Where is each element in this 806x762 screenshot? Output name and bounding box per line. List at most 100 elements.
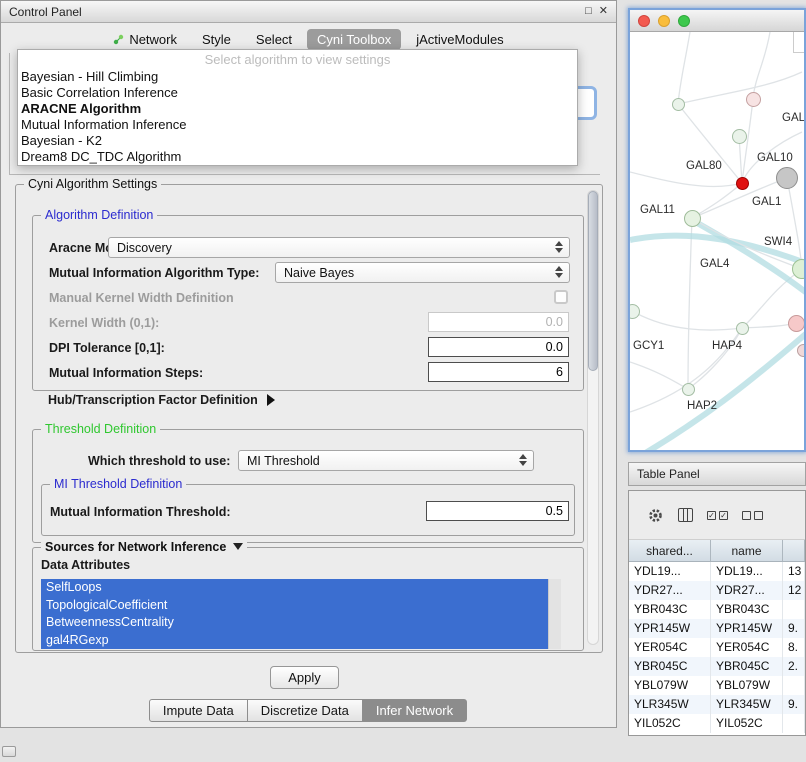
network-node[interactable]: [630, 304, 640, 319]
column-selector-icon[interactable]: [678, 508, 693, 522]
float-window-icon[interactable]: □: [585, 6, 592, 17]
tab-jactivemodules[interactable]: jActiveModules: [406, 29, 513, 50]
table-cell[interactable]: 9.: [783, 695, 805, 714]
network-node[interactable]: [776, 167, 798, 189]
attribute-item[interactable]: gal4RGexp: [41, 632, 548, 650]
algorithm-option[interactable]: Mutual Information Inference: [18, 117, 577, 133]
settings-scrollbar[interactable]: [587, 190, 599, 645]
algorithm-option[interactable]: Bayesian - Hill Climbing: [18, 69, 577, 85]
algorithm-option[interactable]: Dream8 DC_TDC Algorithm: [18, 149, 577, 165]
mi-threshold-field[interactable]: [426, 501, 569, 521]
attributes-scrollbar[interactable]: [548, 579, 561, 649]
algorithm-option[interactable]: ARACNE Algorithm: [18, 101, 577, 117]
attribute-item[interactable]: SelfLoops: [41, 579, 548, 597]
table-cell[interactable]: YIL052C: [711, 714, 783, 733]
mi-steps-field[interactable]: [428, 362, 569, 382]
tab-cyni-toolbox[interactable]: Cyni Toolbox: [307, 29, 401, 50]
table-cell[interactable]: YPR145W: [711, 619, 783, 638]
table-cell[interactable]: YBL079W: [711, 676, 783, 695]
tab-network[interactable]: Network: [103, 29, 187, 50]
tab-impute-data[interactable]: Impute Data: [149, 699, 248, 722]
column-header[interactable]: [783, 540, 805, 561]
tab-infer-network[interactable]: Infer Network: [362, 699, 467, 722]
table-cell[interactable]: YDL19...: [629, 562, 711, 581]
gear-icon[interactable]: [647, 507, 664, 524]
tab-label: Network: [129, 32, 177, 47]
dpi-tolerance-field[interactable]: [428, 337, 569, 357]
table-row[interactable]: YDR27...YDR27...12: [629, 581, 805, 600]
scrollbar-thumb[interactable]: [588, 191, 598, 371]
table-cell[interactable]: YER054C: [629, 638, 711, 657]
table-cell[interactable]: [783, 714, 805, 733]
close-icon[interactable]: ✕: [599, 6, 608, 17]
table-cell[interactable]: 8.: [783, 638, 805, 657]
attribute-item[interactable]: BetweennessCentrality: [41, 614, 548, 632]
table-row[interactable]: YBR045CYBR045C2.: [629, 657, 805, 676]
table-cell[interactable]: YLR345W: [711, 695, 783, 714]
zoom-icon[interactable]: [678, 15, 690, 27]
tab-discretize-data[interactable]: Discretize Data: [247, 699, 363, 722]
dpi-tolerance-label: DPI Tolerance [0,1]:: [49, 341, 165, 355]
network-node[interactable]: [672, 98, 685, 111]
network-node[interactable]: [746, 92, 761, 107]
table-cell[interactable]: YBR045C: [711, 657, 783, 676]
attribute-item[interactable]: TopologicalCoefficient: [41, 597, 548, 615]
table-row[interactable]: YBL079WYBL079W: [629, 676, 805, 695]
table-cell[interactable]: YER054C: [711, 638, 783, 657]
sources-toggle[interactable]: Sources for Network Inference: [41, 540, 247, 554]
network-window-titlebar[interactable]: [630, 10, 804, 32]
table-row[interactable]: YLR345WYLR345W9.: [629, 695, 805, 714]
table-cell[interactable]: YBL079W: [629, 676, 711, 695]
hub-definition-toggle[interactable]: Hub/Transcription Factor Definition: [48, 393, 275, 407]
table-cell[interactable]: YIL052C: [629, 714, 711, 733]
table-row[interactable]: YIL052CYIL052C: [629, 714, 805, 733]
deselect-all-icon[interactable]: [742, 511, 763, 520]
table-cell[interactable]: YBR045C: [629, 657, 711, 676]
network-node[interactable]: [797, 344, 805, 357]
network-node[interactable]: [788, 315, 805, 332]
control-panel-titlebar[interactable]: Control Panel □ ✕: [1, 1, 616, 23]
aracne-mode-combobox[interactable]: Discovery: [108, 237, 570, 258]
table-row[interactable]: YDL19...YDL19...13: [629, 562, 805, 581]
column-header[interactable]: shared...: [629, 540, 711, 561]
which-threshold-combobox[interactable]: MI Threshold: [238, 450, 534, 471]
network-node[interactable]: [732, 129, 747, 144]
table-cell[interactable]: 12: [783, 581, 805, 600]
birdseye-toggle[interactable]: [793, 32, 804, 53]
minimize-icon[interactable]: [658, 15, 670, 27]
table-panel-titlebar[interactable]: Table Panel: [628, 462, 806, 486]
table-row[interactable]: YBR043CYBR043C: [629, 600, 805, 619]
close-icon[interactable]: [638, 15, 650, 27]
network-canvas[interactable]: GAL80GAL10GAL11GAL1SWI4GAL4GCY1HAP4HAP2G…: [630, 32, 804, 450]
table-cell[interactable]: YBR043C: [629, 600, 711, 619]
network-node[interactable]: [682, 383, 695, 396]
apply-button[interactable]: Apply: [270, 666, 339, 689]
table-cell[interactable]: YDR27...: [629, 581, 711, 600]
table-cell[interactable]: YBR043C: [711, 600, 783, 619]
network-node[interactable]: [736, 177, 749, 190]
table-cell[interactable]: [783, 676, 805, 695]
table-cell[interactable]: YDR27...: [711, 581, 783, 600]
network-node[interactable]: [736, 322, 749, 335]
select-all-icon[interactable]: ✓ ✓: [707, 511, 728, 520]
network-node[interactable]: [684, 210, 701, 227]
table-cell[interactable]: YLR345W: [629, 695, 711, 714]
minimized-panel-icon[interactable]: [2, 746, 16, 757]
column-header[interactable]: name: [711, 540, 783, 561]
table-row[interactable]: YER054CYER054C8.: [629, 638, 805, 657]
bottom-tabs: Impute DataDiscretize DataInfer Network: [1, 699, 616, 722]
algorithm-option[interactable]: Bayesian - K2: [18, 133, 577, 149]
table-cell[interactable]: 2.: [783, 657, 805, 676]
combo-stepper-icon: [555, 241, 564, 253]
table-row[interactable]: YPR145WYPR145W9.: [629, 619, 805, 638]
table-cell[interactable]: [783, 600, 805, 619]
mi-type-value: Naive Bayes: [284, 266, 354, 280]
table-cell[interactable]: 9.: [783, 619, 805, 638]
tab-select[interactable]: Select: [246, 29, 302, 50]
algorithm-option[interactable]: Basic Correlation Inference: [18, 85, 577, 101]
table-cell[interactable]: YPR145W: [629, 619, 711, 638]
mi-type-combobox[interactable]: Naive Bayes: [275, 262, 570, 283]
table-cell[interactable]: 13: [783, 562, 805, 581]
table-cell[interactable]: YDL19...: [711, 562, 783, 581]
tab-style[interactable]: Style: [192, 29, 241, 50]
